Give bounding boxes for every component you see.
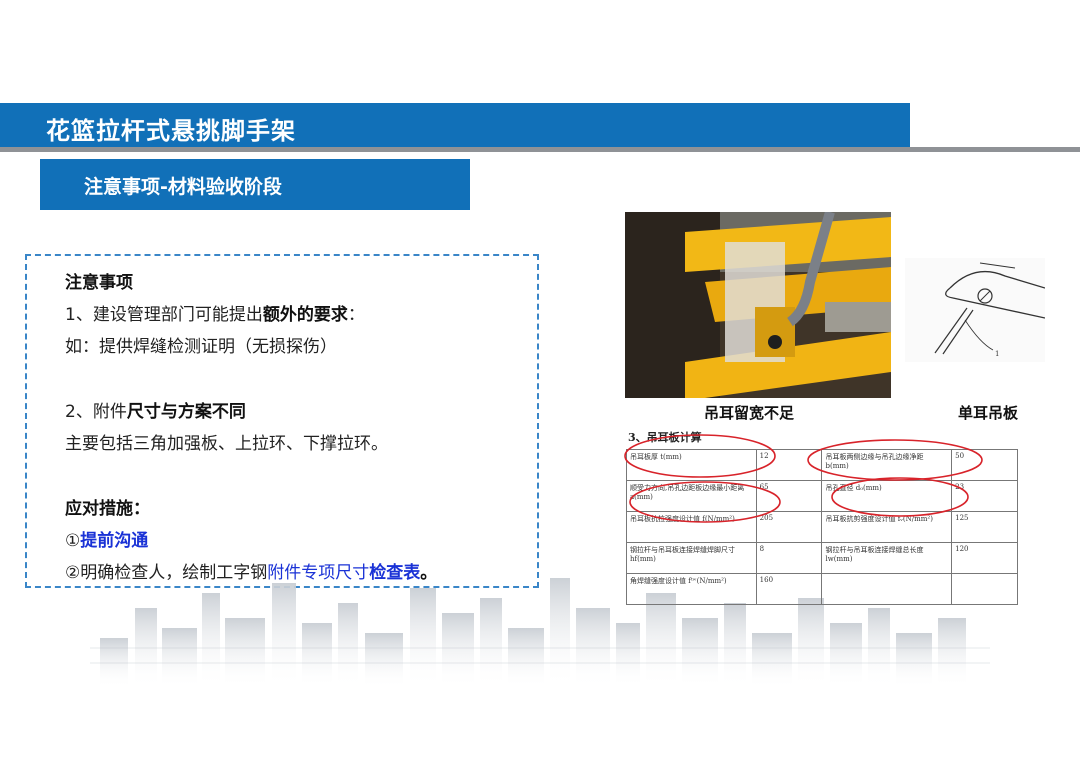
measure-1: ①提前沟通 bbox=[65, 526, 148, 551]
table-cell: 8 bbox=[755, 542, 823, 574]
single-ear-plate-drawing: 1 bbox=[905, 258, 1046, 362]
table-cell: 钢拉杆与吊耳板连接焊缝总长度 lw(mm) bbox=[821, 542, 953, 574]
note-item-2-emphasis: 尺寸与方案不同 bbox=[126, 402, 246, 422]
table-row: 吊耳板抗拉强度设计值 f(N/mm²) 205 吊耳板抗剪强度设计值 fᵥ(N/… bbox=[626, 511, 1018, 543]
table-row: 顺受力方向,吊孔边距板边缘最小距离 a(mm) 65 吊孔直径 d₀(mm) 2… bbox=[626, 480, 1018, 512]
note-example: 如：提供焊缝检测证明（无损探伤） bbox=[65, 337, 337, 357]
measure-1-text: 提前沟通 bbox=[80, 531, 149, 551]
table-cell: 吊耳板抗剪强度设计值 fᵥ(N/mm²) bbox=[821, 511, 953, 543]
note-item-1-emphasis: 额外的要求 bbox=[262, 305, 348, 325]
table-cell: 顺受力方向,吊孔边距板边缘最小距离 a(mm) bbox=[626, 480, 757, 512]
table-cell: 50 bbox=[951, 449, 1018, 481]
calc-table: 吊耳板厚 t(mm) 12 吊耳板两侧边缘与吊孔边缘净距 b(mm) 50 顺受… bbox=[626, 449, 1018, 605]
table-cell: 205 bbox=[755, 511, 823, 543]
lifting-ear-photo bbox=[625, 212, 891, 398]
table-cell: 125 bbox=[951, 511, 1018, 543]
table-row: 吊耳板厚 t(mm) 12 吊耳板两侧边缘与吊孔边缘净距 b(mm) 50 bbox=[626, 449, 1018, 481]
table-cell: 12 bbox=[755, 449, 823, 481]
measures-heading: 应对措施： bbox=[65, 499, 150, 519]
divider bbox=[0, 147, 1080, 152]
table-cell bbox=[821, 573, 953, 605]
note-item-1-suffix: ： bbox=[347, 305, 365, 325]
table-cell: 吊耳板两侧边缘与吊孔边缘净距 b(mm) bbox=[821, 449, 953, 481]
section-title: 注意事项-材料验收阶段 bbox=[84, 176, 282, 198]
table-cell: 钢拉杆与吊耳板连接焊缝焊脚尺寸 hf(mm) bbox=[626, 542, 757, 574]
table-cell: 120 bbox=[951, 542, 1018, 574]
notes-heading: 注意事项 bbox=[65, 273, 133, 293]
note-item-1-prefix: 1、建设管理部门可能提出 bbox=[65, 305, 263, 325]
note-item-1: 1、建设管理部门可能提出额外的要求： bbox=[65, 300, 365, 325]
table-cell: 吊耳板厚 t(mm) bbox=[626, 449, 757, 481]
table-cell: 65 bbox=[755, 480, 823, 512]
notes-panel: 注意事项 1、建设管理部门可能提出额外的要求： 如：提供焊缝检测证明（无损探伤）… bbox=[25, 254, 539, 588]
table-cell: 23 bbox=[951, 480, 1018, 512]
note-item-2-prefix: 2、附件 bbox=[65, 402, 127, 422]
drawing-label: 1 bbox=[995, 350, 999, 358]
table-cell bbox=[951, 573, 1018, 605]
calc-title: 3、吊耳板计算 bbox=[628, 431, 702, 444]
table-cell: 160 bbox=[755, 573, 823, 605]
note-item-2: 2、附件尺寸与方案不同 bbox=[65, 397, 246, 422]
drawing-caption: 单耳吊板 bbox=[958, 404, 1019, 422]
table-cell: 角焊缝强度设计值 fᵗʷ(N/mm²) bbox=[626, 573, 757, 605]
photo-caption: 吊耳留宽不足 bbox=[704, 404, 795, 422]
table-cell: 吊孔直径 d₀(mm) bbox=[821, 480, 953, 512]
table-row: 钢拉杆与吊耳板连接焊缝焊脚尺寸 hf(mm) 8 钢拉杆与吊耳板连接焊缝总长度 … bbox=[626, 542, 1018, 574]
subtitle-banner: 注意事项-材料验收阶段 bbox=[40, 159, 470, 210]
table-row: 角焊缝强度设计值 fᵗʷ(N/mm²) 160 bbox=[626, 573, 1018, 605]
measure-1-prefix: ① bbox=[65, 531, 81, 551]
page-title: 花篮拉杆式悬挑脚手架 bbox=[46, 117, 296, 145]
note-item-2-detail: 主要包括三角加强板、上拉环、下撑拉环。 bbox=[65, 434, 388, 454]
title-banner: 花篮拉杆式悬挑脚手架 bbox=[0, 103, 910, 147]
table-cell: 吊耳板抗拉强度设计值 f(N/mm²) bbox=[626, 511, 757, 543]
